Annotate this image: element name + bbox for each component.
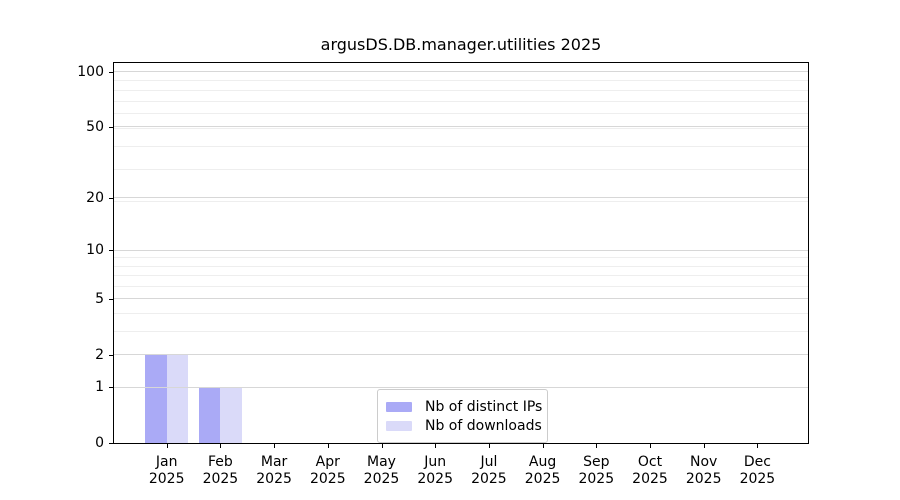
y-tick-mark	[109, 443, 113, 444]
gridline-major	[114, 387, 808, 388]
x-tick-mark	[543, 444, 544, 448]
gridline-major	[114, 197, 808, 198]
gridline-minor	[114, 113, 808, 114]
legend-label-downloads: Nb of downloads	[425, 418, 542, 434]
x-tick-mark	[489, 444, 490, 448]
y-tick-mark	[109, 250, 113, 251]
x-tick-year: 2025	[725, 471, 789, 488]
bar-feb-distinct-ips	[199, 387, 221, 443]
y-tick-label: 20	[58, 189, 104, 207]
plot-area	[113, 62, 809, 444]
y-tick-mark	[109, 387, 113, 388]
y-tick-label: 100	[58, 63, 104, 81]
bar-jan-distinct-ips	[145, 355, 167, 443]
gridline-minor	[114, 275, 808, 276]
legend-row-distinct-ips: Nb of distinct IPs	[386, 398, 539, 416]
x-tick-mark	[328, 444, 329, 448]
legend-row-downloads: Nb of downloads	[386, 417, 539, 435]
y-tick-label: 1	[58, 378, 104, 396]
x-tick-mark	[167, 444, 168, 448]
gridline-major	[114, 71, 808, 72]
x-tick-mark	[704, 444, 705, 448]
gridline-major	[114, 354, 808, 355]
gridline-minor	[114, 146, 808, 147]
x-tick-mark	[435, 444, 436, 448]
y-tick-label: 2	[58, 346, 104, 364]
gridline-minor	[114, 169, 808, 170]
y-tick-mark	[109, 299, 113, 300]
legend-swatch-distinct-ips	[386, 402, 412, 413]
legend-swatch-downloads	[386, 421, 412, 432]
bar-jan-downloads	[167, 355, 189, 443]
y-tick-mark	[109, 198, 113, 199]
gridline-major	[114, 298, 808, 299]
gridline-minor	[114, 313, 808, 314]
gridline-minor	[114, 201, 808, 202]
gridline-minor	[114, 331, 808, 332]
gridline-major	[114, 250, 808, 251]
gridline-minor	[114, 90, 808, 91]
x-tick-label: Dec2025	[725, 452, 789, 487]
y-tick-label: 10	[58, 241, 104, 259]
gridline-minor	[114, 257, 808, 258]
x-tick-mark	[274, 444, 275, 448]
y-tick-label: 5	[58, 290, 104, 308]
x-tick-mark	[757, 444, 758, 448]
gridline-minor	[114, 128, 808, 129]
gridline-minor	[114, 286, 808, 287]
y-tick-mark	[109, 355, 113, 356]
legend: Nb of distinct IPs Nb of downloads	[377, 389, 548, 443]
y-tick-mark	[109, 72, 113, 73]
x-tick-mark	[220, 444, 221, 448]
gridline-minor	[114, 266, 808, 267]
gridline-minor	[114, 101, 808, 102]
gridline-major	[114, 126, 808, 127]
x-tick-mark	[382, 444, 383, 448]
y-tick-mark	[109, 127, 113, 128]
bar-feb-downloads	[220, 387, 242, 443]
legend-label-distinct-ips: Nb of distinct IPs	[425, 399, 542, 415]
x-tick-month: Dec	[725, 454, 789, 471]
gridline-minor	[114, 80, 808, 81]
figure: argusDS.DB.manager.utilities 2025 Nb of …	[0, 0, 900, 500]
chart-title: argusDS.DB.manager.utilities 2025	[113, 35, 809, 54]
y-tick-label: 0	[58, 434, 104, 452]
y-tick-label: 50	[58, 118, 104, 136]
x-tick-mark	[596, 444, 597, 448]
x-tick-mark	[650, 444, 651, 448]
